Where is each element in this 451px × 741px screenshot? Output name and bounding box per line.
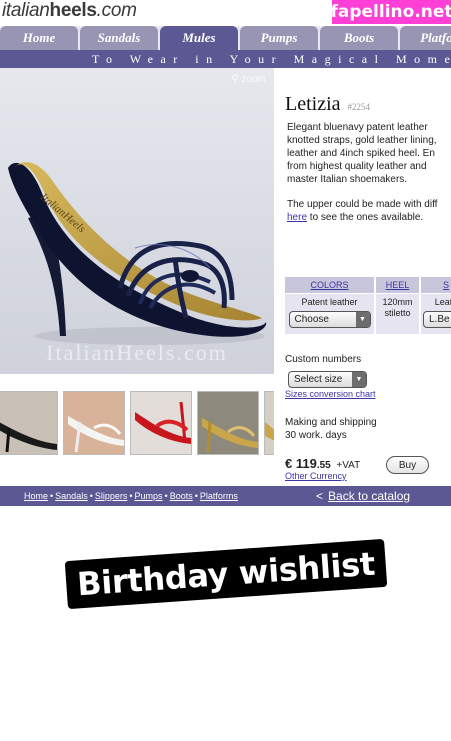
sole-select-value: L.Be (429, 314, 450, 325)
currency-symbol: € (285, 456, 293, 471)
thumbnail-gold-mule[interactable] (197, 391, 259, 455)
description-line: leather and 4inch spiked heel. En (287, 148, 435, 159)
upper-here-link[interactable]: here (287, 212, 307, 223)
logo-part-heels: heels (49, 0, 97, 21)
color-select[interactable]: Choose ▼ (288, 311, 371, 328)
options-value-row: Patent leather Choose ▼ 120mm stiletto L… (285, 294, 451, 334)
options-header-row: COLORS HEEL S (285, 277, 451, 293)
image-watermark: ItalianHeels.com (46, 340, 228, 365)
price-cents: .55 (316, 460, 331, 471)
custom-numbers-label: Custom numbers (285, 354, 362, 365)
overlay-watermark: fapellino.net (330, 0, 451, 24)
heel-value-1: 120mm (382, 297, 413, 307)
thumbnail-image (131, 392, 191, 454)
separator: • (129, 491, 133, 501)
product-info-panel: Letizia #2254 Elegant bluenavy patent le… (274, 68, 451, 488)
back-arrow-icon: < (316, 489, 324, 503)
separator: • (89, 491, 93, 501)
tagline-bar: To Wear in Your Magical Moment (0, 50, 451, 68)
separator: • (164, 491, 168, 501)
price-whole: 119 (295, 456, 317, 471)
shipping-line-1: Making and shipping (285, 417, 377, 428)
description-line: Elegant bluenavy patent leather (287, 122, 428, 133)
buy-button[interactable]: Buy (386, 456, 429, 474)
separator: • (50, 491, 54, 501)
color-select-value: Choose (294, 314, 329, 325)
thumbnail-black-mule[interactable] (0, 391, 58, 455)
description-line: master Italian shoemakers. (287, 174, 408, 185)
shoe-illustration: ItalianHeels (8, 162, 267, 345)
other-currency-link[interactable]: Other Currency (285, 471, 347, 481)
tab-platforms[interactable]: Platfor (400, 26, 451, 50)
thumbnail-image (0, 392, 57, 454)
thumbnail-image (265, 392, 274, 454)
footer-link-sandals[interactable]: Sandals (55, 491, 88, 501)
vat-label: +VAT (336, 460, 361, 471)
heel-value-2: stiletto (384, 308, 411, 318)
heel-cell: 120mm stiletto (376, 294, 419, 334)
color-value: Patent leather (301, 297, 358, 307)
upper-note-line-2: here to see the ones available. (287, 211, 437, 224)
thumbnail-image (64, 392, 124, 454)
tab-boots[interactable]: Boots (320, 26, 398, 50)
product-title: Letizia #2254 (285, 93, 370, 116)
birthday-wishlist-sticker: Birthday wishlist (64, 538, 388, 610)
description-line: from highest quality leather and (287, 161, 427, 172)
product-name: Letizia (285, 93, 341, 115)
sole-select[interactable]: L.Be (423, 311, 451, 328)
footer-link-platforms[interactable]: Platforms (200, 491, 238, 501)
back-to-catalog[interactable]: < Back to catalog (316, 486, 410, 506)
tab-mules[interactable]: Mules (160, 26, 238, 50)
footer-link-boots[interactable]: Boots (170, 491, 193, 501)
thumbnail-strip (0, 391, 274, 457)
thumbnail-image (198, 392, 258, 454)
sole-cell: Leath L.Be (421, 294, 451, 334)
thumbnail-white-mule[interactable] (63, 391, 125, 455)
size-select-value: Select size (294, 374, 343, 385)
upper-note-line: The upper could be made with diff (287, 199, 438, 210)
zoom-icon[interactable]: ⚲ zoom (231, 74, 266, 85)
chevron-down-icon: ▼ (352, 372, 366, 387)
upper-note: The upper could be made with diff here t… (287, 198, 437, 224)
shipping-line-2: 30 work. days (285, 430, 347, 441)
footer-link-home[interactable]: Home (24, 491, 48, 501)
tab-home[interactable]: Home (0, 26, 78, 50)
colors-header-link[interactable]: COLORS (285, 277, 374, 293)
footer-link-pumps[interactable]: Pumps (135, 491, 163, 501)
main-nav-tabs: Home Sandals Mules Pumps Boots Platfor (0, 26, 451, 50)
sole-value: Leath (434, 297, 451, 307)
tab-sandals[interactable]: Sandals (80, 26, 158, 50)
heel-header-link[interactable]: HEEL (376, 277, 419, 293)
size-conversion-link[interactable]: Sizes conversion chart (285, 389, 376, 399)
product-description: Elegant bluenavy patent leather knotted … (287, 121, 451, 186)
upper-note-text: to see the ones available. (307, 212, 424, 223)
description-line: knotted straps, gold leather lining, (287, 135, 437, 146)
footer-links: Home • Sandals • Slippers • Pumps • Boot… (24, 486, 238, 506)
footer-nav: Home • Sandals • Slippers • Pumps • Boot… (0, 486, 451, 506)
color-cell: Patent leather Choose ▼ (285, 294, 374, 334)
product-image[interactable]: ItalianHeels ⚲ zoom ItalianHeels.com (0, 68, 274, 374)
footer-link-slippers[interactable]: Slippers (95, 491, 128, 501)
chevron-down-icon: ▼ (355, 312, 370, 327)
tab-pumps[interactable]: Pumps (240, 26, 318, 50)
size-select[interactable]: Select size ▼ (288, 371, 367, 388)
sole-header-link[interactable]: S (421, 277, 451, 293)
price: € 119.55 +VAT (285, 456, 360, 471)
logo-part-com: .com (96, 0, 137, 21)
thumbnail-partial[interactable] (264, 391, 274, 455)
back-to-catalog-link[interactable]: Back to catalog (328, 489, 410, 503)
separator: • (194, 491, 198, 501)
site-logo[interactable]: italianheels.com (2, 0, 137, 22)
shipping-info: Making and shipping 30 work. days (285, 416, 377, 442)
logo-part-italian: italian (2, 0, 50, 21)
product-code: #2254 (347, 102, 371, 112)
thumbnail-red-mule[interactable] (130, 391, 192, 455)
options-table: COLORS HEEL S Patent leather Choose ▼ 12… (285, 277, 451, 334)
